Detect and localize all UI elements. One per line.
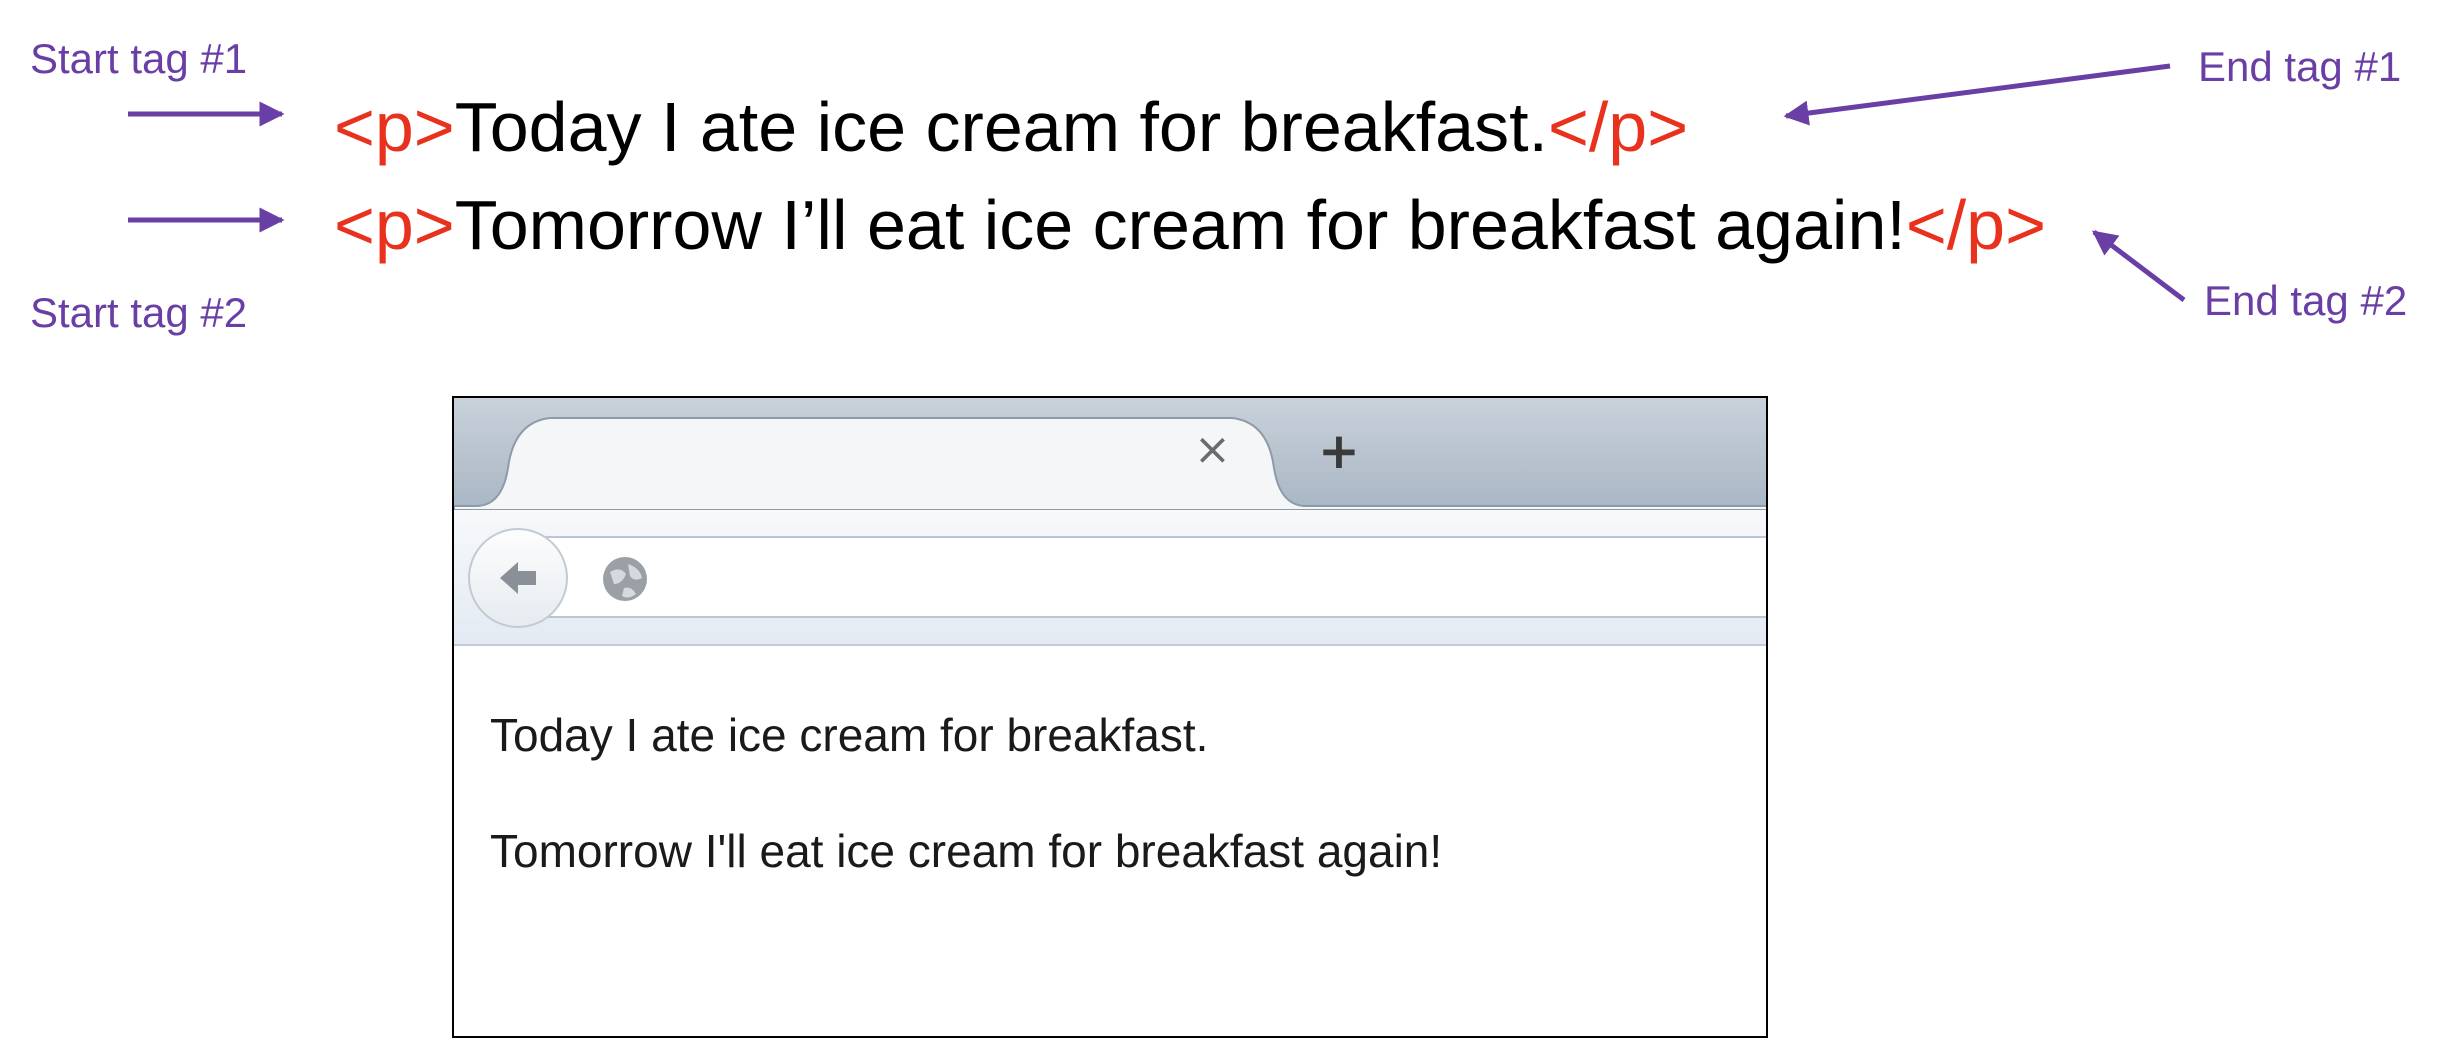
new-tab-icon[interactable]: + bbox=[1318, 426, 1360, 476]
back-button[interactable] bbox=[468, 528, 568, 628]
globe-icon bbox=[603, 557, 647, 601]
arrow-end-tag-2 bbox=[2092, 230, 2186, 302]
page-content: Today I ate ice cream for breakfast. Tom… bbox=[454, 646, 1766, 1036]
close-icon[interactable]: × bbox=[1194, 428, 1231, 472]
active-tab[interactable] bbox=[454, 398, 1768, 510]
browser-window: × + Today I ate ice cream for breakfast.… bbox=[452, 396, 1768, 1038]
arrow-end-tag-1 bbox=[1783, 63, 2171, 126]
address-bar[interactable] bbox=[494, 536, 1766, 618]
tab-strip: × + bbox=[454, 398, 1766, 510]
nav-toolbar bbox=[454, 510, 1766, 646]
rendered-paragraph-2: Tomorrow I'll eat ice cream for breakfas… bbox=[490, 825, 1443, 877]
rendered-paragraph-1: Today I ate ice cream for breakfast. bbox=[490, 709, 1209, 761]
back-arrow-icon bbox=[500, 562, 536, 594]
